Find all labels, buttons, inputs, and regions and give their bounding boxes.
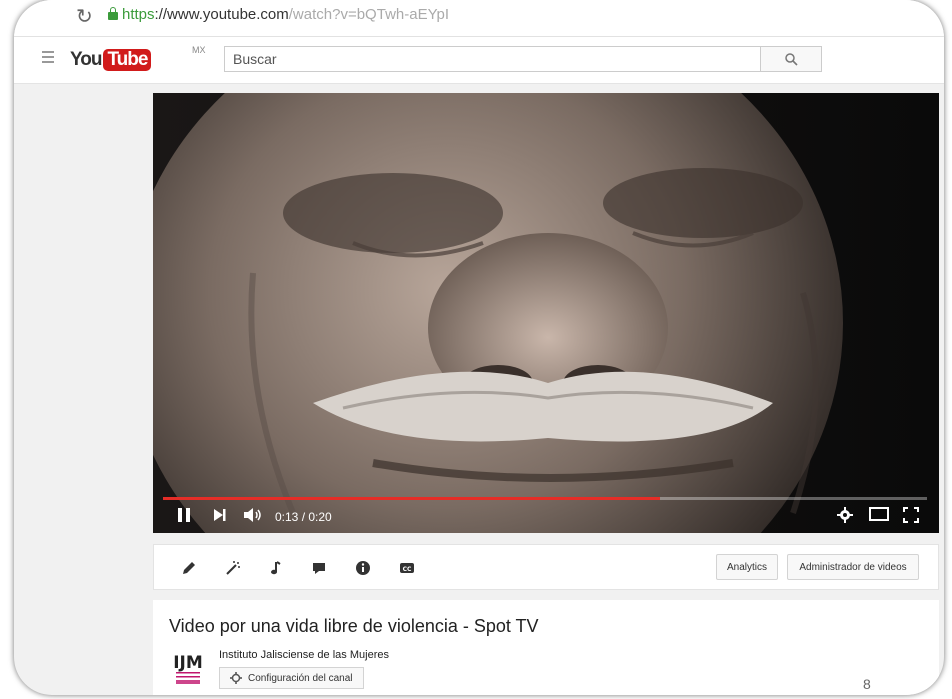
- search-button[interactable]: [761, 46, 822, 72]
- reload-icon[interactable]: ↻: [76, 4, 93, 29]
- analytics-button[interactable]: Analytics: [716, 554, 778, 580]
- url-domain: ://www.youtube.com: [154, 6, 289, 23]
- settings-gear-icon[interactable]: [837, 507, 853, 523]
- logo-you-text: You: [70, 49, 103, 70]
- logo-tube-text: Tube: [103, 49, 152, 71]
- guide-menu-icon[interactable]: [42, 51, 54, 66]
- masthead: You Tube MX: [14, 37, 944, 84]
- view-count: 8: [863, 676, 871, 692]
- info-card-icon[interactable]: [354, 559, 372, 577]
- video-title: Video por una vida libre de violencia - …: [169, 616, 539, 636]
- theater-mode-icon[interactable]: [869, 507, 889, 521]
- video-frame-image: [153, 93, 939, 533]
- annotation-comment-icon[interactable]: [310, 559, 328, 577]
- region-label: MX: [192, 45, 206, 55]
- volume-icon[interactable]: [243, 507, 263, 523]
- video-manager-button[interactable]: Administrador de videos: [787, 554, 919, 580]
- lock-icon: [108, 7, 118, 20]
- magic-wand-icon[interactable]: [224, 559, 242, 577]
- time-display: 0:13 / 0:20: [275, 510, 332, 524]
- url-scheme: https: [122, 6, 155, 23]
- youtube-logo[interactable]: You Tube MX: [70, 45, 206, 73]
- svg-text:IJM: IJM: [173, 653, 203, 673]
- channel-logo[interactable]: IJM: [173, 648, 203, 688]
- channel-name[interactable]: Instituto Jalisciense de las Mujeres: [219, 649, 389, 661]
- progress-played: [163, 497, 660, 500]
- progress-bar[interactable]: [163, 497, 927, 500]
- player-controls: 0:13 / 0:20: [153, 501, 939, 533]
- next-icon[interactable]: [213, 507, 227, 523]
- creator-toolbar: CC Analytics Administrador de videos: [153, 544, 939, 590]
- channel-settings-button[interactable]: Configuración del canal: [219, 667, 364, 689]
- video-player[interactable]: 0:13 / 0:20: [153, 93, 939, 533]
- pencil-edit-icon[interactable]: [180, 559, 198, 577]
- gear-icon: [230, 672, 242, 684]
- music-note-icon[interactable]: [266, 559, 284, 577]
- fullscreen-icon[interactable]: [903, 507, 919, 523]
- svg-text:CC: CC: [403, 566, 412, 573]
- search-box[interactable]: [224, 46, 761, 72]
- address-bar[interactable]: ↻ https://www.youtube.com/watch?v=bQTwh-…: [14, 0, 944, 37]
- url-path: /watch?v=bQTwh-aEYpI: [288, 6, 449, 23]
- channel-settings-label: Configuración del canal: [248, 672, 353, 684]
- search-icon: [785, 53, 798, 66]
- url-text[interactable]: https://www.youtube.com/watch?v=bQTwh-aE…: [122, 6, 449, 23]
- subtitles-cc-icon[interactable]: CC: [398, 559, 416, 577]
- pause-icon[interactable]: [177, 507, 191, 523]
- search-input[interactable]: [225, 47, 760, 71]
- video-info-panel: Video por una vida libre de violencia - …: [153, 600, 939, 695]
- browser-window: ↻ https://www.youtube.com/watch?v=bQTwh-…: [14, 0, 944, 695]
